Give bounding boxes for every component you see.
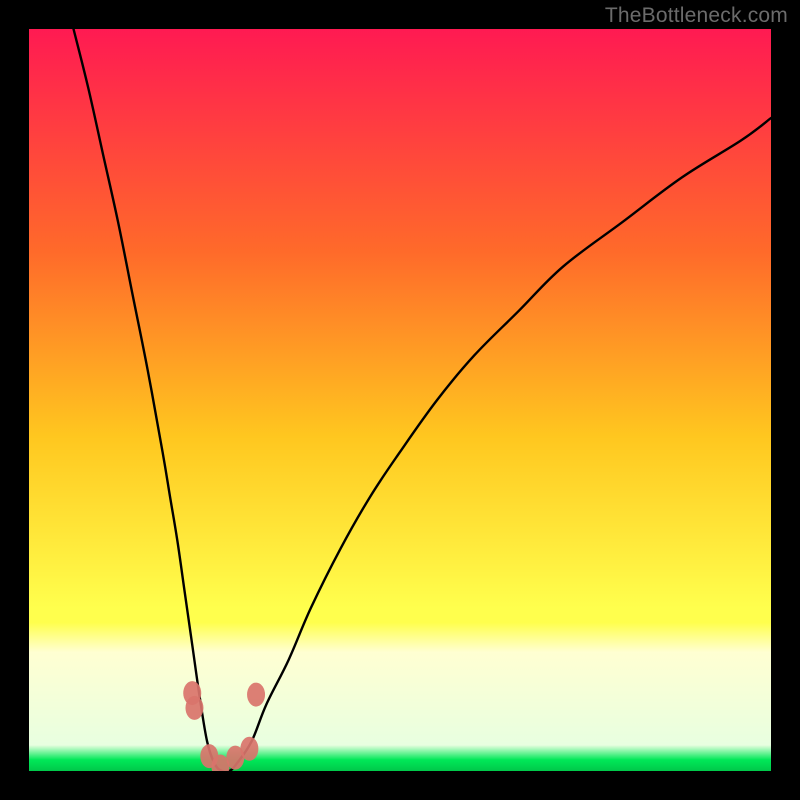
curve-marker bbox=[185, 696, 203, 720]
curve-marker bbox=[247, 683, 265, 707]
curve-marker bbox=[240, 737, 258, 761]
gradient-background bbox=[29, 29, 771, 771]
plot-area bbox=[29, 29, 771, 771]
bottleneck-chart bbox=[29, 29, 771, 771]
watermark-text: TheBottleneck.com bbox=[605, 4, 788, 28]
chart-frame: TheBottleneck.com bbox=[0, 0, 800, 800]
